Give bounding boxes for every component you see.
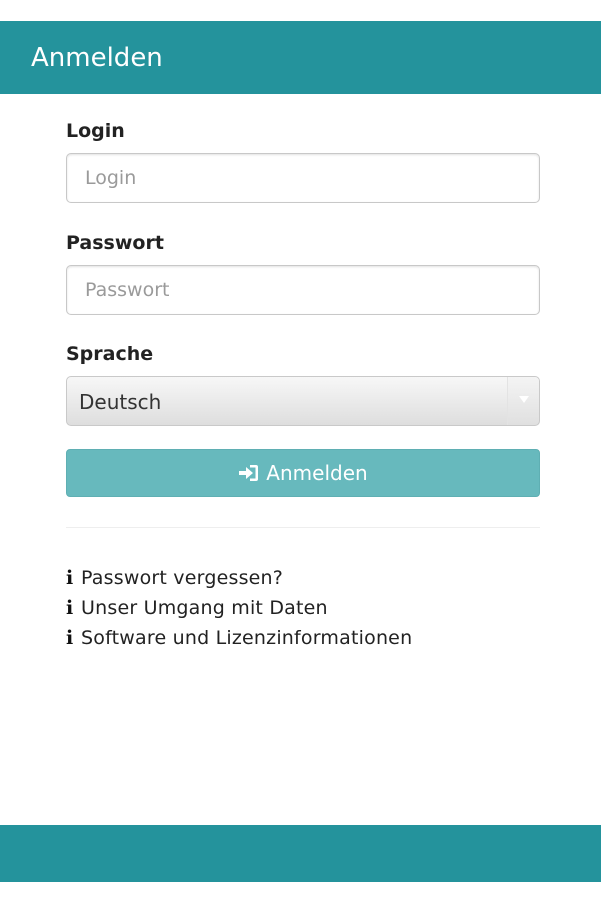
dropdown-toggle[interactable] <box>507 377 539 425</box>
data-policy-link[interactable]: i Unser Umgang mit Daten <box>66 593 412 623</box>
info-links: i Passwort vergessen? i Unser Umgang mit… <box>66 563 412 653</box>
chevron-down-icon <box>519 396 529 403</box>
language-select-value: Deutsch <box>79 390 162 414</box>
password-label: Passwort <box>66 232 164 254</box>
page-title: Anmelden <box>31 43 163 73</box>
sign-in-icon <box>239 465 259 481</box>
login-button[interactable]: Anmelden <box>66 449 540 497</box>
forgot-password-link[interactable]: i Passwort vergessen? <box>66 563 412 593</box>
info-icon: i <box>66 597 74 619</box>
language-label: Sprache <box>66 343 154 365</box>
divider <box>66 527 540 528</box>
language-select[interactable]: Deutsch <box>66 376 540 426</box>
license-info-link[interactable]: i Software und Lizenzinformationen <box>66 623 412 653</box>
password-input[interactable] <box>66 265 540 315</box>
login-label: Login <box>66 120 125 142</box>
info-icon: i <box>66 627 74 649</box>
app-footer <box>0 825 601 882</box>
info-icon: i <box>66 567 74 589</box>
license-info-label: Software und Lizenzinformationen <box>81 627 413 649</box>
forgot-password-label: Passwort vergessen? <box>81 567 284 589</box>
login-input[interactable] <box>66 153 540 203</box>
data-policy-label: Unser Umgang mit Daten <box>81 597 328 619</box>
login-button-label: Anmelden <box>266 461 368 485</box>
